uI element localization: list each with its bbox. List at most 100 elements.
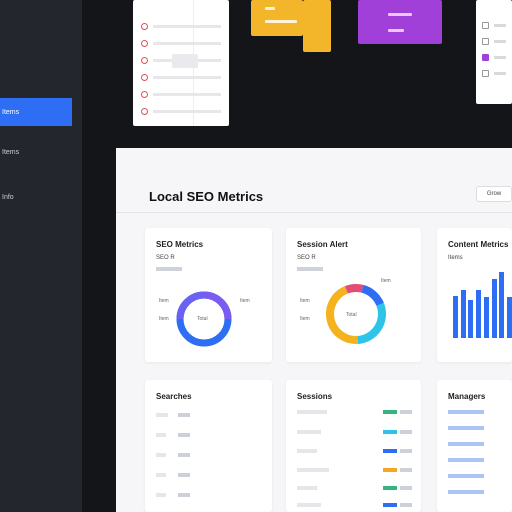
- list-item[interactable]: [141, 70, 221, 84]
- bar: [476, 290, 482, 338]
- table-row: [448, 471, 501, 481]
- list-item[interactable]: [141, 87, 221, 101]
- placeholder-line: [297, 449, 317, 453]
- card-title: Searches: [156, 392, 192, 401]
- value-bar: [383, 449, 397, 453]
- record-icon: [141, 107, 148, 115]
- list-item[interactable]: [141, 36, 221, 50]
- donut-segment: [344, 284, 364, 294]
- placeholder-line: [400, 486, 412, 490]
- managers-card: Managers: [437, 380, 512, 512]
- sidebar-item[interactable]: Info: [0, 183, 72, 211]
- sidebar-item-active[interactable]: Items: [0, 98, 72, 126]
- checkbox[interactable]: [482, 38, 489, 45]
- table-row: [156, 450, 261, 460]
- value-bar: [448, 410, 484, 414]
- record-icon: [141, 73, 148, 81]
- placeholder-line: [297, 430, 321, 434]
- table-row: [448, 455, 501, 465]
- placeholder-line: [153, 92, 221, 96]
- donut-center-label: Total: [197, 316, 208, 322]
- table-row: [156, 430, 261, 440]
- placeholder-line: [400, 503, 412, 507]
- card-title: SEO Metrics: [156, 240, 204, 249]
- table-row: [297, 446, 412, 456]
- record-icon: [141, 90, 148, 98]
- card-title: Managers: [448, 392, 486, 401]
- list-item[interactable]: [141, 19, 221, 33]
- list-item[interactable]: [141, 104, 221, 118]
- table-row: [156, 470, 261, 480]
- placeholder-line: [494, 24, 506, 27]
- value-bar: [448, 474, 484, 478]
- grow-button[interactable]: Grow: [476, 186, 512, 202]
- table-row: [297, 407, 412, 417]
- placeholder-line: [153, 24, 221, 28]
- value-bar: [448, 426, 484, 430]
- placeholder-line: [297, 267, 323, 271]
- table-row: [297, 427, 412, 437]
- placeholder-line: [297, 410, 327, 414]
- sessions-card: Sessions: [286, 380, 421, 512]
- placeholder-line: [494, 40, 506, 43]
- placeholder-line: [153, 41, 221, 45]
- placeholder-line: [400, 410, 412, 414]
- placeholder-line: [297, 503, 321, 507]
- searches-card: Searches: [145, 380, 272, 512]
- record-icon: [141, 22, 148, 30]
- table-row: [156, 490, 261, 500]
- donut-segment: [361, 284, 384, 307]
- card-subtitle: Items: [448, 255, 463, 261]
- bar: [499, 271, 505, 338]
- table-row: [448, 407, 501, 417]
- checkbox-checked[interactable]: [482, 54, 489, 61]
- placeholder-line: [178, 413, 190, 417]
- legend-label: Item: [300, 316, 310, 322]
- legend-label: Item: [159, 316, 169, 322]
- page-title: Local SEO Metrics: [149, 189, 264, 204]
- value-bar: [383, 410, 397, 414]
- card-title: Sessions: [297, 392, 333, 401]
- purple-card[interactable]: [358, 0, 442, 44]
- table-row: [448, 423, 501, 433]
- legend-label: Item: [159, 298, 169, 304]
- checkbox[interactable]: [482, 70, 489, 77]
- yellow-card[interactable]: [251, 0, 303, 36]
- bar-chart: [453, 270, 512, 338]
- sidebar-item-label: Items: [2, 148, 20, 156]
- card-subtitle: SEO R: [156, 255, 175, 261]
- placeholder-line: [297, 468, 329, 472]
- placeholder-line: [156, 433, 166, 437]
- sidebar-item-label: Items: [2, 108, 20, 116]
- value-bar: [383, 503, 397, 507]
- placeholder-line: [178, 473, 190, 477]
- table-row: [297, 483, 412, 493]
- legend-label: Item: [240, 298, 250, 304]
- placeholder-line: [156, 267, 182, 271]
- sidebar-item[interactable]: Items: [0, 138, 72, 166]
- value-bar: [383, 430, 397, 434]
- placeholder-line: [494, 72, 506, 75]
- placeholder-line: [153, 75, 221, 79]
- value-bar: [448, 490, 484, 494]
- checkbox[interactable]: [482, 22, 489, 29]
- placeholder-line: [388, 29, 404, 32]
- table-row: [156, 410, 261, 420]
- placeholder-line: [153, 109, 221, 113]
- value-bar: [448, 458, 484, 462]
- card-subtitle: SEO R: [297, 255, 316, 261]
- bar: [483, 297, 489, 338]
- bar: [468, 299, 474, 338]
- sidebar-item-label: Info: [2, 193, 14, 201]
- placeholder-line: [400, 430, 412, 434]
- placeholder-line: [265, 7, 275, 10]
- placeholder-line: [156, 473, 166, 477]
- card-title: Content Metrics: [448, 240, 509, 249]
- placeholder-line: [178, 453, 190, 457]
- table-row: [297, 500, 412, 510]
- content-card: Content Metrics Items: [437, 228, 512, 362]
- placeholder-line: [156, 453, 166, 457]
- record-icon: [141, 56, 148, 64]
- card-title: Session Alert: [297, 240, 348, 249]
- session-card: Session Alert SEO R Total Item Item Item: [286, 228, 421, 362]
